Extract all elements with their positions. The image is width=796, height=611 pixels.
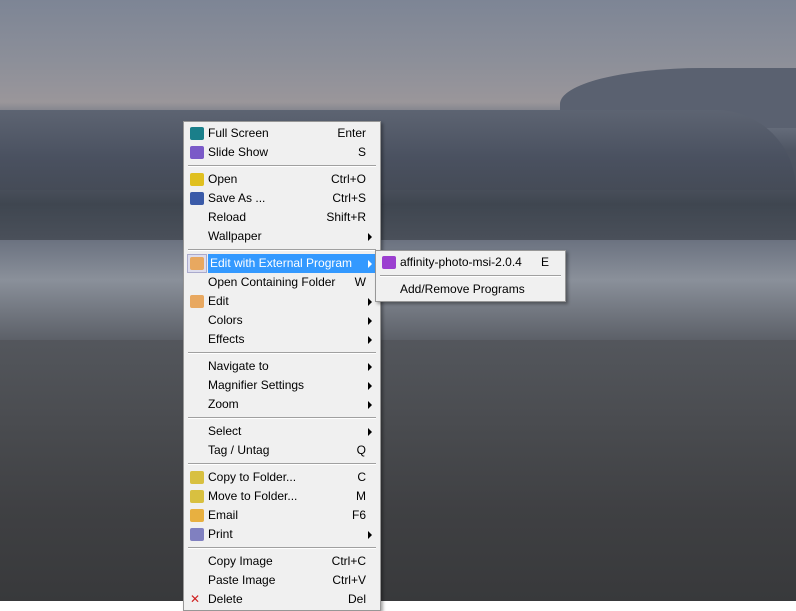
printer-icon [187,525,207,544]
menu-item-move-to-folder[interactable]: Move to Folder... M [186,487,378,506]
shortcut-label: Ctrl+V [332,573,366,587]
menu-separator [186,460,378,468]
submenu-arrow-icon [368,335,372,344]
menu-item-label: Wallpaper [208,229,262,243]
menu-item-edit[interactable]: Edit [186,292,378,311]
shortcut-label: S [357,145,366,159]
open-folder-icon [187,170,207,189]
menu-item-label: Tag / Untag [208,443,270,457]
shortcut-label: F6 [351,508,366,522]
menu-item-label: Edit [208,294,229,308]
submenu-arrow-icon [368,427,372,436]
menu-item-open-containing-folder[interactable]: Open Containing Folder W [186,273,378,292]
menu-item-label: Open [208,172,238,186]
submenu-arrow-icon [368,530,372,539]
menu-item-label: Move to Folder... [208,489,298,503]
submenu-arrow-icon [368,259,372,268]
menu-item-zoom[interactable]: Zoom [186,395,378,414]
menu-item-label: Reload [208,210,247,224]
affinity-photo-icon [379,253,399,272]
menu-item-label: Copy Image [208,554,273,568]
shortcut-label: W [354,275,366,289]
menu-item-label: Effects [208,332,245,346]
menu-item-label: affinity-photo-msi-2.0.4 [400,255,522,269]
menu-item-magnifier-settings[interactable]: Magnifier Settings [186,376,378,395]
menu-item-reload[interactable]: Reload Shift+R [186,208,378,227]
palette-icon [187,254,207,273]
menu-item-label: Full Screen [208,126,269,140]
slideshow-icon [187,143,207,162]
shortcut-label: Q [356,443,366,457]
shortcut-label: Ctrl+O [330,172,366,186]
menu-item-label: Add/Remove Programs [400,282,525,296]
menu-item-navigate-to[interactable]: Navigate to [186,357,378,376]
menu-item-label: Navigate to [208,359,269,373]
menu-item-slide-show[interactable]: Slide Show S [186,143,378,162]
menu-item-add-remove-programs[interactable]: Add/Remove Programs [378,280,563,299]
menu-item-wallpaper[interactable]: Wallpaper [186,227,378,246]
menu-item-label: Select [208,424,242,438]
envelope-icon [187,506,207,525]
shortcut-label: Del [347,592,366,606]
submenu-arrow-icon [368,400,372,409]
shortcut-label: Shift+R [326,210,366,224]
submenu-arrow-icon [368,362,372,371]
menu-item-paste-image[interactable]: Paste Image Ctrl+V [186,571,378,590]
shortcut-label: E [540,255,549,269]
menu-item-print[interactable]: Print [186,525,378,544]
menu-separator [186,414,378,422]
shortcut-label: Ctrl+S [332,191,366,205]
menu-item-label: Save As ... [208,191,266,205]
submenu-arrow-icon [368,297,372,306]
fullscreen-icon [187,124,207,143]
menu-item-delete[interactable]: ✕ Delete Del [186,590,378,609]
menu-item-label: Paste Image [208,573,276,587]
palette-icon [187,292,207,311]
shortcut-label: Enter [337,126,366,140]
menu-item-full-screen[interactable]: Full Screen Enter [186,124,378,143]
shortcut-label: M [356,489,366,503]
shortcut-label: C [357,470,366,484]
menu-item-copy-to-folder[interactable]: Copy to Folder... C [186,468,378,487]
floppy-disk-icon [187,189,207,208]
menu-item-label: Zoom [208,397,239,411]
menu-item-label: Delete [208,592,243,606]
menu-item-email[interactable]: Email F6 [186,506,378,525]
menu-item-label: Open Containing Folder [208,275,336,289]
delete-x-icon: ✕ [190,592,201,606]
menu-item-label: Slide Show [208,145,269,159]
menu-item-label: Email [208,508,239,522]
submenu-arrow-icon [368,381,372,390]
menu-separator [186,544,378,552]
submenu-arrow-icon [368,232,372,241]
menu-item-label: Colors [208,313,243,327]
context-menu: Full Screen Enter Slide Show S Open Ctrl+O Sav… [183,121,381,611]
menu-item-tag-untag[interactable]: Tag / Untag Q [186,441,378,460]
menu-item-affinity-photo-msi-2-0-4[interactable]: affinity-photo-msi-2.0.4 E [378,253,563,272]
menu-item-save-as[interactable]: Save As ... Ctrl+S [186,189,378,208]
menu-separator [186,349,378,357]
submenu-arrow-icon [368,316,372,325]
menu-item-edit-with-external-program[interactable]: Edit with External Program [186,254,378,273]
shortcut-label: Ctrl+C [331,554,366,568]
menu-separator [186,162,378,170]
menu-item-label: Edit with External Program [210,256,353,270]
menu-item-effects[interactable]: Effects [186,330,378,349]
menu-item-label: Magnifier Settings [208,378,305,392]
menu-item-label: Copy to Folder... [208,470,297,484]
menu-item-copy-image[interactable]: Copy Image Ctrl+C [186,552,378,571]
menu-item-select[interactable]: Select [186,422,378,441]
menu-item-colors[interactable]: Colors [186,311,378,330]
external-program-submenu: affinity-photo-msi-2.0.4 E Add/Remove Prog… [375,250,566,302]
menu-separator [186,246,378,254]
menu-item-open[interactable]: Open Ctrl+O [186,170,378,189]
move-to-folder-icon [187,487,207,506]
menu-item-label: Print [208,527,233,541]
copy-to-folder-icon [187,468,207,487]
menu-separator [378,272,563,280]
